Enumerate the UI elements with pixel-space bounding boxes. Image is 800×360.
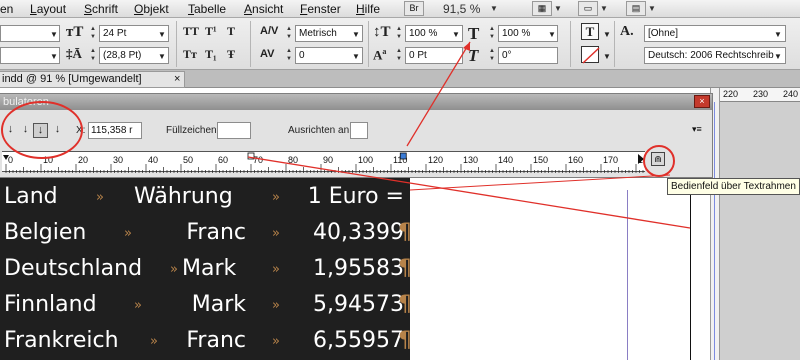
arrowhead-icon bbox=[463, 42, 470, 51]
annotation-circle-align-buttons bbox=[1, 101, 83, 159]
annotation-arrow-to-page bbox=[247, 156, 691, 229]
annotation-arrow-to-horizontal-scale bbox=[406, 41, 471, 147]
annotation-line bbox=[409, 174, 671, 191]
annotation-overlay bbox=[1, 41, 691, 229]
annotation-circle-magnet bbox=[643, 145, 675, 177]
